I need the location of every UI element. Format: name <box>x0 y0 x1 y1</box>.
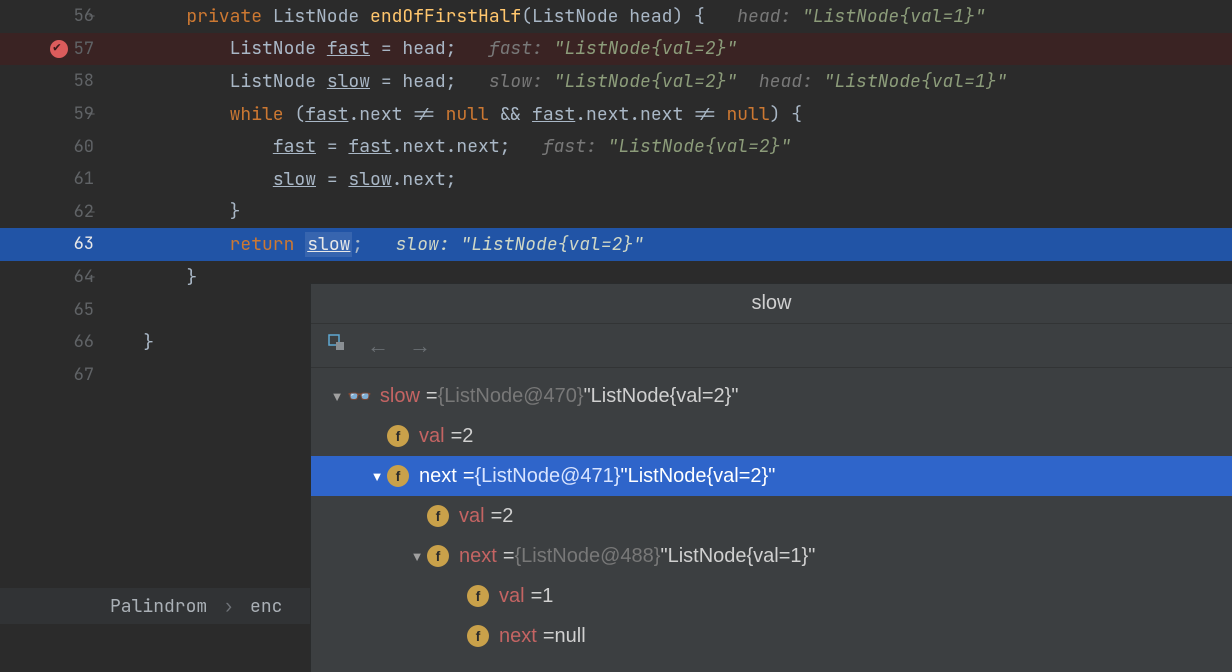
variable-value: "ListNode{val=2}" <box>584 385 739 408</box>
breadcrumb-item[interactable]: Palindrom <box>110 595 207 618</box>
expand-arrow-icon[interactable]: ▼ <box>367 469 387 484</box>
line-number: 58 <box>66 70 94 92</box>
gutter[interactable]: 63 <box>0 233 100 255</box>
line-number: 65 <box>66 299 94 321</box>
line-number: 61 <box>66 168 94 190</box>
nav-forward-icon[interactable]: → <box>409 333 431 359</box>
popup-title: slow <box>311 284 1232 324</box>
code-line[interactable]: 62– } <box>0 196 1232 229</box>
code-content[interactable]: } <box>100 200 1232 223</box>
variable-name: next <box>419 465 457 488</box>
gutter[interactable]: 62– <box>0 201 100 223</box>
line-number: 57 <box>66 38 94 60</box>
variable-value: "ListNode{val=1}" <box>660 545 815 568</box>
tree-row[interactable]: fval = 1 <box>311 576 1232 616</box>
code-line[interactable]: 61 slow = slow.next; <box>0 163 1232 196</box>
variable-name: val <box>459 505 485 528</box>
code-line[interactable]: 56– private ListNode endOfFirstHalf(List… <box>0 0 1232 33</box>
variable-name: val <box>499 585 525 608</box>
code-content[interactable]: return slow; slow: "ListNode{val=2}" <box>100 233 1232 256</box>
fold-icon[interactable]: – <box>86 106 98 122</box>
nav-back-icon[interactable]: ← <box>367 333 389 359</box>
code-content[interactable]: fast = fast.next.next; fast: "ListNode{v… <box>100 135 1232 158</box>
variable-value: 1 <box>542 585 553 608</box>
tree-row[interactable]: ▼fnext = {ListNode@471} "ListNode{val=2}… <box>311 456 1232 496</box>
variable-value: "ListNode{val=2}" <box>620 465 775 488</box>
expand-arrow-icon[interactable]: ▼ <box>327 389 347 404</box>
debug-inspect-popup[interactable]: slow ← → ▼👓slow = {ListNode@470} "ListNo… <box>310 283 1232 672</box>
gutter[interactable]: 56– <box>0 5 100 27</box>
tree-row[interactable]: ▼👓slow = {ListNode@470} "ListNode{val=2}… <box>311 376 1232 416</box>
object-id: {ListNode@470} <box>438 385 584 408</box>
code-line[interactable]: 57 ListNode fast = head; fast: "ListNode… <box>0 33 1232 66</box>
line-number: 63 <box>66 233 94 255</box>
gutter[interactable]: 67 <box>0 364 100 386</box>
gutter[interactable]: 57 <box>0 38 100 60</box>
line-number: 60 <box>66 136 94 158</box>
object-id: {ListNode@471} <box>475 465 621 488</box>
variable-value: 2 <box>462 425 473 448</box>
field-badge-icon: f <box>467 585 489 607</box>
breakpoint-icon[interactable] <box>50 40 68 58</box>
fold-icon[interactable]: – <box>86 204 98 220</box>
code-line[interactable]: 60 fast = fast.next.next; fast: "ListNod… <box>0 130 1232 163</box>
gutter[interactable]: 60 <box>0 136 100 158</box>
code-content[interactable]: private ListNode endOfFirstHalf(ListNode… <box>100 5 1232 28</box>
fold-icon[interactable]: – <box>86 8 98 24</box>
code-line[interactable]: 59– while (fast.next != null && fast.nex… <box>0 98 1232 131</box>
popup-toolbar: ← → <box>311 324 1232 368</box>
variable-name: next <box>499 625 537 648</box>
tree-row[interactable]: fval = 2 <box>311 496 1232 536</box>
gutter[interactable]: 61 <box>0 168 100 190</box>
line-number: 66 <box>66 331 94 353</box>
breadcrumb-item[interactable]: enc <box>250 595 282 618</box>
variable-name: slow <box>380 385 420 408</box>
gutter[interactable]: 65 <box>0 299 100 321</box>
tree-row[interactable]: fval = 2 <box>311 416 1232 456</box>
gutter[interactable]: 59– <box>0 103 100 125</box>
variable-tree[interactable]: ▼👓slow = {ListNode@470} "ListNode{val=2}… <box>311 368 1232 656</box>
field-badge-icon: f <box>467 625 489 647</box>
tree-row[interactable]: fnext = null <box>311 616 1232 656</box>
code-content[interactable]: ListNode fast = head; fast: "ListNode{va… <box>100 37 1232 60</box>
object-id: {ListNode@488} <box>515 545 661 568</box>
code-line[interactable]: 63 return slow; slow: "ListNode{val=2}" <box>0 228 1232 261</box>
fold-icon[interactable]: – <box>86 269 98 285</box>
variable-value: null <box>555 625 586 648</box>
code-content[interactable]: slow = slow.next; <box>100 168 1232 191</box>
code-line[interactable]: 58 ListNode slow = head; slow: "ListNode… <box>0 65 1232 98</box>
code-content[interactable]: ListNode slow = head; slow: "ListNode{va… <box>100 70 1232 93</box>
field-badge-icon: f <box>427 505 449 527</box>
variable-value: 2 <box>502 505 513 528</box>
filter-icon[interactable] <box>327 333 347 359</box>
field-badge-icon: f <box>387 465 409 487</box>
gutter[interactable]: 64– <box>0 266 100 288</box>
breadcrumb-separator: › <box>223 595 234 618</box>
gutter[interactable]: 58 <box>0 70 100 92</box>
tree-row[interactable]: ▼fnext = {ListNode@488} "ListNode{val=1}… <box>311 536 1232 576</box>
code-content[interactable]: while (fast.next != null && fast.next.ne… <box>100 103 1232 126</box>
line-number: 67 <box>66 364 94 386</box>
gutter[interactable]: 66 <box>0 331 100 353</box>
expand-arrow-icon[interactable]: ▼ <box>407 549 427 564</box>
breadcrumb[interactable]: Palindrom › enc <box>0 588 310 624</box>
watch-icon: 👓 <box>347 384 372 409</box>
field-badge-icon: f <box>427 545 449 567</box>
field-badge-icon: f <box>387 425 409 447</box>
variable-name: val <box>419 425 445 448</box>
variable-name: next <box>459 545 497 568</box>
